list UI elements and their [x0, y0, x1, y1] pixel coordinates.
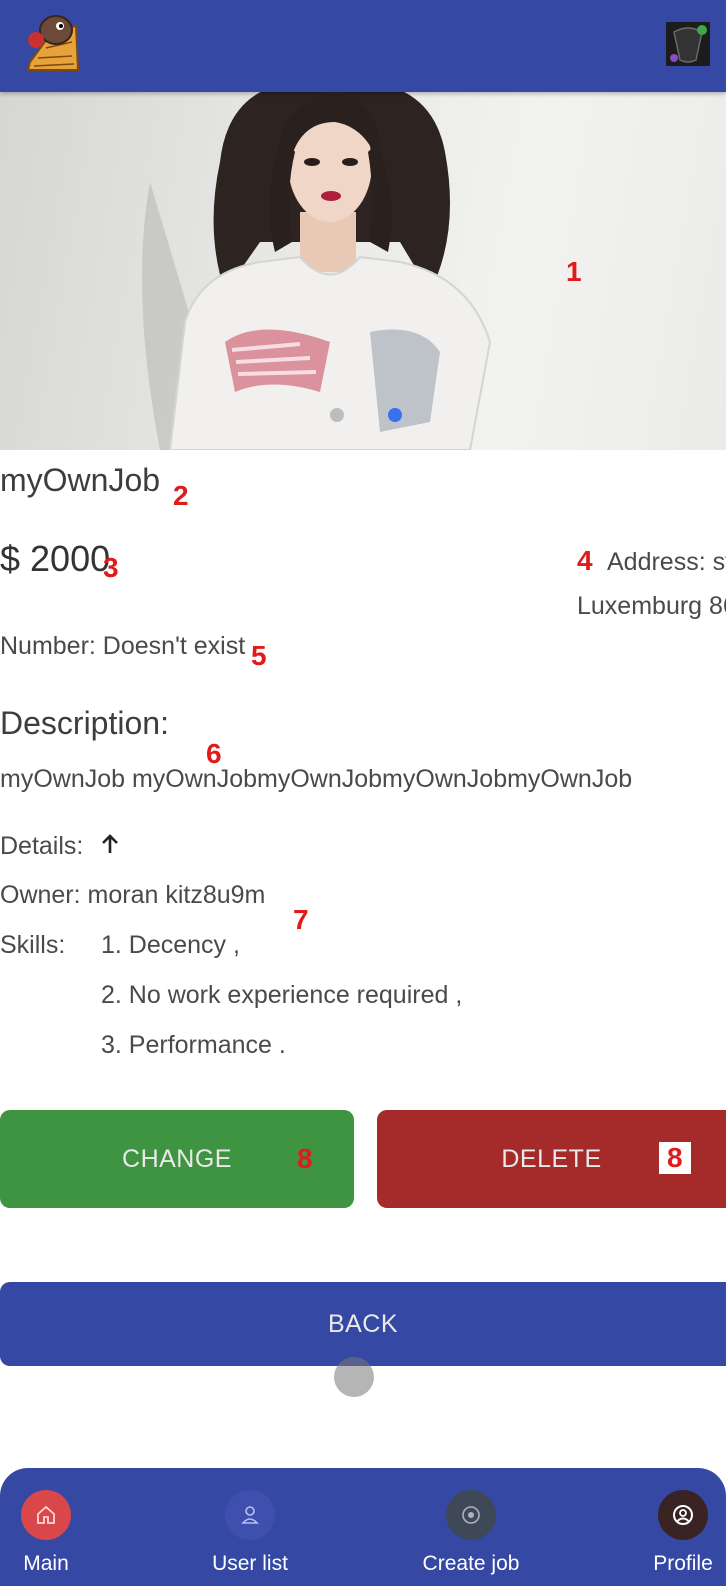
- account-circle-icon: [658, 1490, 708, 1540]
- sloth-logo-icon[interactable]: [24, 12, 80, 72]
- address-line-2: Luxemburg 86: [577, 592, 726, 620]
- nav-label-user-list: User list: [212, 1552, 288, 1575]
- back-button[interactable]: BACK: [0, 1282, 726, 1366]
- app-header: [0, 0, 726, 92]
- carousel-dot-1[interactable]: [330, 408, 344, 422]
- job-owner: Owner: moran kitz8u9m: [0, 881, 266, 909]
- job-photo-carousel[interactable]: [0, 92, 726, 450]
- annotation-6: 6: [206, 738, 222, 769]
- description-text: myOwnJob myOwnJobmyOwnJobmyOwnJobmyOwnJo…: [0, 765, 633, 793]
- bottom-navigation: Main User list Create job Profile: [0, 1468, 726, 1586]
- change-button-label: CHANGE: [122, 1144, 232, 1173]
- details-label: Details:: [0, 832, 84, 860]
- job-number: Number: Doesn't exist: [0, 632, 246, 660]
- skill-item-3: 3. Performance .: [101, 1031, 286, 1059]
- nav-item-main[interactable]: Main: [16, 1468, 76, 1586]
- skills-label: Skills:: [0, 931, 66, 959]
- annotation-8-delete: 8: [659, 1142, 691, 1174]
- nav-label-main: Main: [23, 1552, 69, 1575]
- carousel-dot-2[interactable]: [388, 408, 402, 422]
- home-icon: [21, 1490, 71, 1540]
- address-line-1: Address: st: [607, 548, 726, 576]
- nav-item-profile[interactable]: Profile: [648, 1468, 718, 1586]
- job-price: $ 2000: [0, 538, 111, 579]
- job-photo: [142, 92, 492, 450]
- annotation-7: 7: [293, 904, 309, 935]
- annotation-8-change: 8: [297, 1143, 313, 1174]
- skill-item-1: 1. Decency ,: [101, 931, 240, 959]
- skill-item-2: 2. No work experience required ,: [101, 981, 463, 1009]
- description-heading: Description:: [0, 705, 169, 741]
- details-row[interactable]: Details:: [0, 832, 120, 862]
- nav-label-create-job: Create job: [422, 1552, 520, 1575]
- annotation-3: 3: [103, 552, 119, 583]
- nav-item-create-job[interactable]: Create job: [418, 1468, 524, 1586]
- annotation-2: 2: [173, 480, 189, 511]
- job-title: myOwnJob: [0, 462, 161, 498]
- user-icon: [225, 1490, 275, 1540]
- arrow-up-icon[interactable]: [100, 833, 120, 862]
- record-circle-icon: [446, 1490, 496, 1540]
- annotation-5: 5: [251, 640, 267, 671]
- nav-item-user-list[interactable]: User list: [205, 1468, 295, 1586]
- annotation-4: 4: [577, 545, 593, 576]
- annotation-1: 1: [566, 256, 582, 287]
- touch-indicator: [334, 1357, 374, 1397]
- nav-label-profile: Profile: [653, 1552, 713, 1575]
- job-address: Address: st Luxemburg 86: [577, 540, 726, 628]
- delete-button-label: DELETE: [501, 1144, 602, 1173]
- back-button-label: BACK: [327, 1309, 399, 1338]
- profile-avatar-icon[interactable]: [666, 22, 710, 66]
